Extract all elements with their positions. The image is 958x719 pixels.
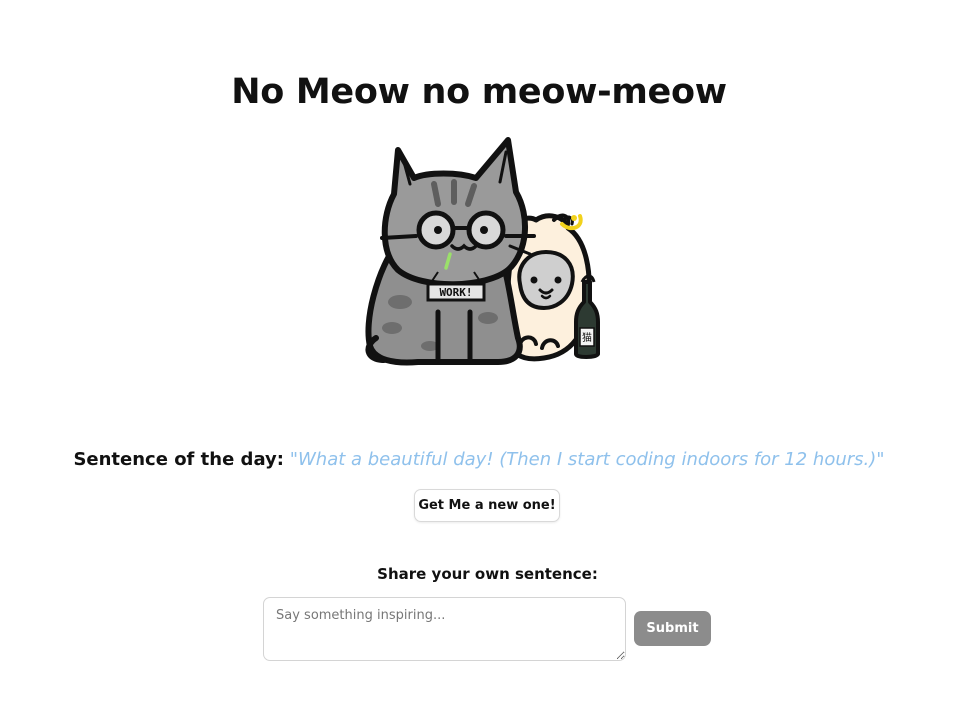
page-title: No Meow no meow-meow [231,72,727,112]
new-sentence-button[interactable]: Get Me a new one! [414,489,560,522]
page: No Meow no meow-meow 猫 WORK! Sentence of… [0,0,958,719]
work-sign: WORK! [439,286,472,299]
sentence-quote: "What a beautiful day! (Then I start cod… [289,449,885,470]
sentence-label: Sentence of the day: [73,449,284,470]
bottle-label: 猫 [582,331,592,344]
sentence-input[interactable] [263,597,626,661]
cats-icon: 猫 WORK! [365,137,600,366]
share-label: Share your own sentence: [377,565,598,583]
cats-illustration: 猫 WORK! [358,132,608,372]
submit-button[interactable]: Submit [634,611,711,646]
sentence-of-the-day: Sentence of the day: "What a beautiful d… [0,449,958,470]
